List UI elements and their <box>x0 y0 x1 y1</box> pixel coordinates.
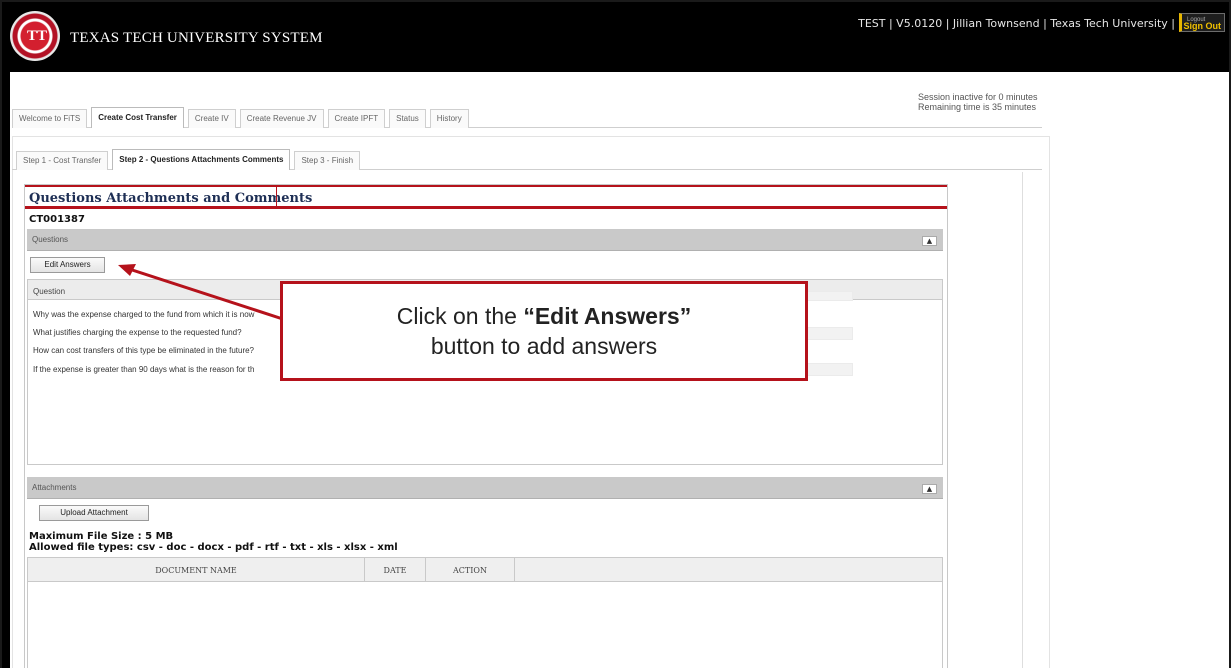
main-tabs: Welcome to FiTS Create Cost Transfer Cre… <box>12 106 473 128</box>
upload-attachment-button[interactable]: Upload Attachment <box>39 505 149 521</box>
questions-section-label: Questions <box>32 235 69 244</box>
step-tabs: Step 1 - Cost Transfer Step 2 - Question… <box>16 149 364 170</box>
tab-step-3[interactable]: Step 3 - Finish <box>294 151 361 170</box>
action-column-header: ACTION <box>453 566 487 575</box>
attachments-table-header: DOCUMENT NAME DATE ACTION <box>28 558 942 582</box>
title-separator <box>276 187 277 206</box>
tab-create-revenue-jv[interactable]: Create Revenue JV <box>239 109 324 128</box>
tab-create-ipft[interactable]: Create IPFT <box>327 109 386 128</box>
session-status: Session inactive for 0 minutes Remaining… <box>918 92 1038 112</box>
max-file-size: Maximum File Size : 5 MB <box>29 531 174 542</box>
question-row: How can cost transfers of this type be e… <box>33 346 255 355</box>
top-banner: TT TEXAS TECH UNIVERSITY SYSTEM TEST | V… <box>2 2 1229 72</box>
tab-create-cost-transfer[interactable]: Create Cost Transfer <box>91 107 184 128</box>
collapse-questions-icon[interactable]: ▲ <box>922 236 937 246</box>
callout-line-2: button to add answers <box>430 333 658 359</box>
left-edge-bar <box>2 72 10 668</box>
user-info: TEST | V5.0120 | Jillian Townsend | Texa… <box>858 17 1175 30</box>
tab-step-1[interactable]: Step 1 - Cost Transfer <box>16 151 109 170</box>
app-window: TT TEXAS TECH UNIVERSITY SYSTEM TEST | V… <box>0 0 1231 668</box>
file-rules: Maximum File Size : 5 MB Allowed file ty… <box>29 531 398 553</box>
question-column-header: Question <box>33 287 66 296</box>
record-id: CT001387 <box>29 214 85 225</box>
brand-title: TEXAS TECH UNIVERSITY SYSTEM <box>70 30 323 46</box>
allowed-file-types: Allowed file types: csv - doc - docx - p… <box>29 542 398 553</box>
tab-welcome[interactable]: Welcome to FiTS <box>12 109 88 128</box>
document-name-column-header[interactable]: DOCUMENT NAME <box>28 566 364 575</box>
sign-out-button[interactable]: Logout Sign Out <box>1179 13 1225 32</box>
callout-prefix: Click on the <box>396 303 524 329</box>
tab-status[interactable]: Status <box>389 109 426 128</box>
instruction-callout: Click on the “Edit Answers” button to ad… <box>280 281 808 381</box>
panel-title-bar: Questions Attachments and Comments <box>25 185 947 209</box>
questions-attachments-panel: Questions Attachments and Comments CT001… <box>24 184 948 668</box>
questions-section-header: Questions ▲ <box>27 229 943 251</box>
edit-answers-button[interactable]: Edit Answers <box>30 257 105 273</box>
question-row: Why was the expense charged to the fund … <box>33 310 255 319</box>
attachments-section-header: Attachments ▲ <box>27 477 943 499</box>
collapse-attachments-icon[interactable]: ▲ <box>922 484 937 494</box>
date-column-header[interactable]: DATE <box>365 566 425 575</box>
callout-line-1: Click on the “Edit Answers” <box>283 301 805 331</box>
question-row: If the expense is greater than 90 days w… <box>33 365 255 374</box>
tab-create-iv[interactable]: Create IV <box>187 109 236 128</box>
panel-title: Questions Attachments and Comments <box>29 191 313 206</box>
session-inactive-text: Session inactive for 0 minutes <box>918 92 1038 102</box>
tab-step-2[interactable]: Step 2 - Questions Attachments Comments <box>112 149 291 170</box>
content-divider <box>1022 172 1023 668</box>
question-row: What justifies charging the expense to t… <box>33 328 242 337</box>
sign-out-caption: Logout <box>1187 17 1206 23</box>
seal-letters: TT <box>27 28 48 44</box>
attachments-table: DOCUMENT NAME DATE ACTION <box>27 557 943 668</box>
callout-emphasis: “Edit Answers” <box>523 303 692 329</box>
attachments-section-label: Attachments <box>32 483 77 492</box>
tab-history[interactable]: History <box>429 109 469 128</box>
session-remaining-text: Remaining time is 35 minutes <box>918 102 1037 112</box>
university-seal-logo: TT <box>10 11 60 61</box>
column-separator <box>514 558 515 582</box>
